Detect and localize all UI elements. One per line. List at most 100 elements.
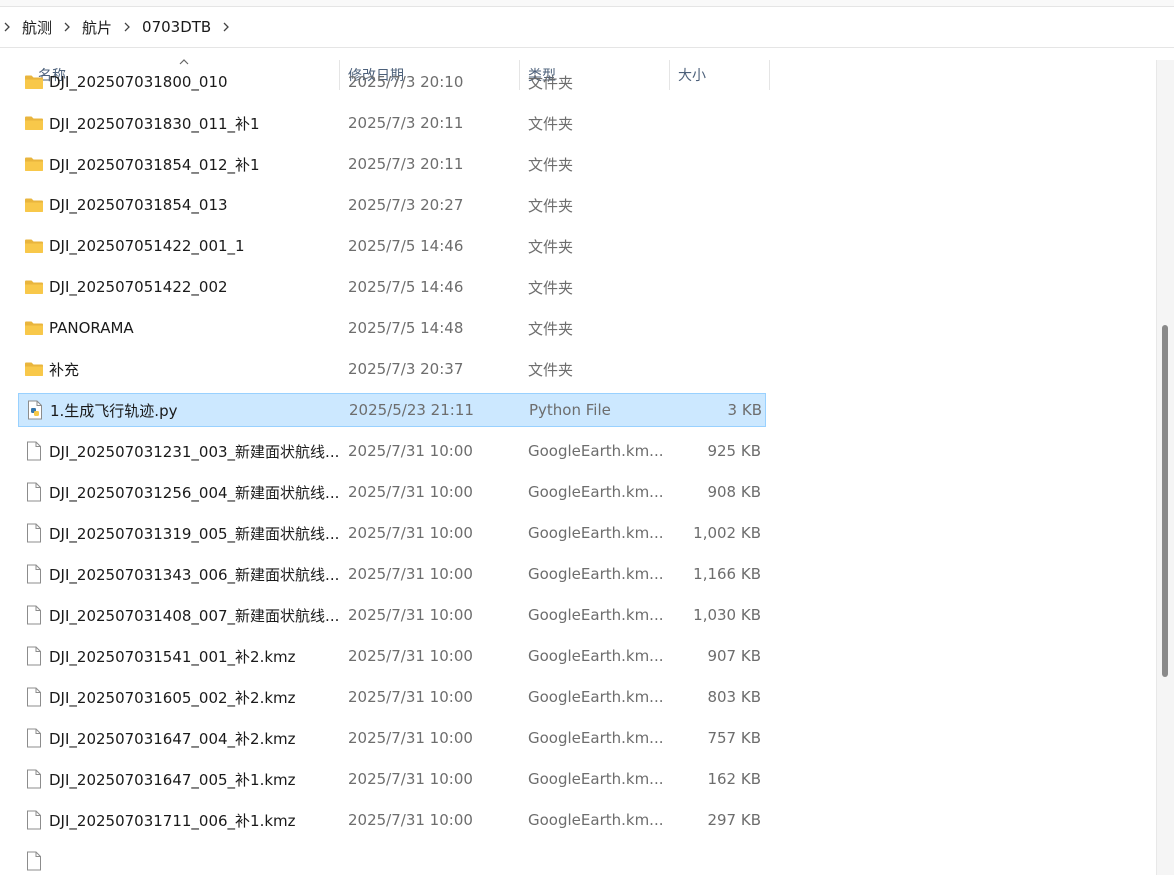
file-row[interactable]: DJI_202507031231_003_新建面状航线... 2025/7/31 …: [18, 434, 766, 468]
file-date: 2025/7/31 10:00: [348, 688, 473, 706]
file-row[interactable]: 补充 2025/7/3 20:37 文件夹: [18, 352, 766, 386]
file-row[interactable]: DJI_202507031647_005_补1.kmz 2025/7/31 10:…: [18, 762, 766, 796]
file-row[interactable]: DJI_202507051422_001_1 2025/7/5 14:46 文件夹: [18, 229, 766, 263]
file-name: DJI_202507031256_004_新建面状航线...: [49, 483, 339, 502]
file-row[interactable]: DJI_202507031343_006_新建面状航线... 2025/7/31 …: [18, 557, 766, 591]
folder-icon: [23, 188, 45, 222]
file-name: DJI_202507031343_006_新建面状航线...: [49, 565, 339, 584]
file-name: 1.生成飞行轨迹.py: [50, 401, 178, 420]
file-row[interactable]: DJI_202507031647_004_补2.kmz 2025/7/31 10:…: [18, 721, 766, 755]
python-file-icon: [24, 394, 46, 426]
file-date: 2025/7/5 14:46: [348, 278, 464, 296]
file-size: 3 KB: [727, 401, 762, 419]
chevron-right-icon[interactable]: [0, 17, 14, 37]
file-size: 1,166 KB: [693, 565, 761, 583]
file-icon: [23, 598, 45, 632]
file-size: 757 KB: [707, 729, 761, 747]
file-size: [673, 352, 761, 386]
file-date: 2025/7/5 14:48: [348, 319, 464, 337]
file-row[interactable]: DJI_202507031319_005_新建面状航线... 2025/7/31 …: [18, 516, 766, 550]
breadcrumb-item[interactable]: 航片: [74, 13, 120, 41]
file-date: 2025/7/31 10:00: [348, 647, 473, 665]
folder-icon: [23, 106, 45, 140]
file-name: DJI_202507051422_001_1: [49, 237, 245, 255]
file-size: 297 KB: [707, 811, 761, 829]
file-type: GoogleEarth.km...: [528, 647, 664, 665]
file-date: 2025/7/31 10:00: [348, 811, 473, 829]
file-type: GoogleEarth.km...: [528, 483, 664, 501]
file-name: DJI_202507031541_001_补2.kmz: [49, 647, 296, 666]
file-icon: [23, 516, 45, 550]
chevron-right-icon[interactable]: [60, 17, 74, 37]
chevron-right-icon[interactable]: [219, 17, 233, 37]
file-row[interactable]: 1.生成飞行轨迹.py 2025/5/23 21:11 Python File 3 K…: [18, 393, 766, 427]
file-name: DJI_202507031319_005_新建面状航线...: [49, 524, 339, 543]
file-date: 2025/5/23 21:11: [349, 401, 474, 419]
file-row[interactable]: DJI_202507031830_011_补1 2025/7/3 20:11 文件夹: [18, 106, 766, 140]
file-row[interactable]: DJI_202507031541_001_补2.kmz 2025/7/31 10:…: [18, 639, 766, 673]
file-name: PANORAMA: [49, 319, 134, 337]
file-name: DJI_202507031647_004_补2.kmz: [49, 729, 296, 748]
file-date: 2025/7/3 20:37: [348, 360, 464, 378]
file-name: DJI_202507031854_013: [49, 196, 228, 214]
file-icon: [23, 762, 45, 796]
file-size: 907 KB: [707, 647, 761, 665]
file-list[interactable]: 名称 修改日期 类型 大小 DJI_202507031800_010 2025/7…: [18, 48, 1158, 875]
folder-icon: [23, 65, 45, 99]
file-type: 文件夹: [528, 237, 574, 256]
file-size: 803 KB: [707, 688, 761, 706]
folder-icon: [23, 147, 45, 181]
file-type: GoogleEarth.km...: [528, 524, 664, 542]
file-row[interactable]: DJI_202507031408_007_新建面状航线... 2025/7/31 …: [18, 598, 766, 632]
chevron-right-icon[interactable]: [120, 17, 134, 37]
file-date: 2025/7/3 20:11: [348, 114, 464, 132]
file-type: GoogleEarth.km...: [528, 729, 664, 747]
file-date: 2025/7/31 10:00: [348, 606, 473, 624]
file-date: 2025/7/31 10:00: [348, 483, 473, 501]
file-type: 文件夹: [528, 196, 574, 215]
file-name: DJI_202507031854_012_补1: [49, 155, 260, 174]
file-icon: [23, 434, 45, 468]
address-bar[interactable]: 航测 航片 0703DTB: [0, 7, 1174, 48]
file-icon: [23, 639, 45, 673]
vertical-scrollbar[interactable]: [1156, 60, 1174, 875]
file-date: 2025/7/31 10:00: [348, 565, 473, 583]
scrollbar-thumb[interactable]: [1162, 325, 1168, 677]
file-size: [673, 188, 761, 222]
file-name: [49, 844, 339, 875]
file-row[interactable]: DJI_202507031854_013 2025/7/3 20:27 文件夹: [18, 188, 766, 222]
file-row[interactable]: [18, 844, 766, 875]
file-name: DJI_202507031605_002_补2.kmz: [49, 688, 296, 707]
file-type: GoogleEarth.km...: [528, 688, 664, 706]
breadcrumb-item[interactable]: 0703DTB: [134, 13, 219, 41]
file-size: 1,002 KB: [693, 524, 761, 542]
file-name: DJI_202507031711_006_补1.kmz: [49, 811, 296, 830]
file-row[interactable]: DJI_202507031854_012_补1 2025/7/3 20:11 文件夹: [18, 147, 766, 181]
file-name: DJI_202507031647_005_补1.kmz: [49, 770, 296, 789]
folder-icon: [23, 270, 45, 304]
file-row[interactable]: PANORAMA 2025/7/5 14:48 文件夹: [18, 311, 766, 345]
file-type: 文件夹: [528, 73, 574, 92]
file-row[interactable]: DJI_202507051422_002 2025/7/5 14:46 文件夹: [18, 270, 766, 304]
file-icon: [23, 721, 45, 755]
file-type: 文件夹: [528, 360, 574, 379]
file-type: GoogleEarth.km...: [528, 565, 664, 583]
file-date: 2025/7/31 10:00: [348, 729, 473, 747]
file-name: DJI_202507051422_002: [49, 278, 228, 296]
file-row[interactable]: DJI_202507031711_006_补1.kmz 2025/7/31 10:…: [18, 803, 766, 837]
file-date: [348, 844, 518, 875]
file-type: GoogleEarth.km...: [528, 442, 664, 460]
file-icon: [23, 844, 45, 875]
file-icon: [23, 680, 45, 714]
file-date: 2025/7/3 20:10: [348, 73, 464, 91]
file-name: 补充: [49, 360, 80, 379]
breadcrumb-item[interactable]: 航测: [14, 13, 60, 41]
file-size: [673, 844, 761, 875]
file-type: GoogleEarth.km...: [528, 770, 664, 788]
file-row[interactable]: DJI_202507031800_010 2025/7/3 20:10 文件夹: [18, 65, 766, 99]
file-row[interactable]: DJI_202507031256_004_新建面状航线... 2025/7/31 …: [18, 475, 766, 509]
file-type: 文件夹: [528, 278, 574, 297]
file-row[interactable]: DJI_202507031605_002_补2.kmz 2025/7/31 10:…: [18, 680, 766, 714]
file-name: DJI_202507031800_010: [49, 73, 228, 91]
file-date: 2025/7/31 10:00: [348, 442, 473, 460]
